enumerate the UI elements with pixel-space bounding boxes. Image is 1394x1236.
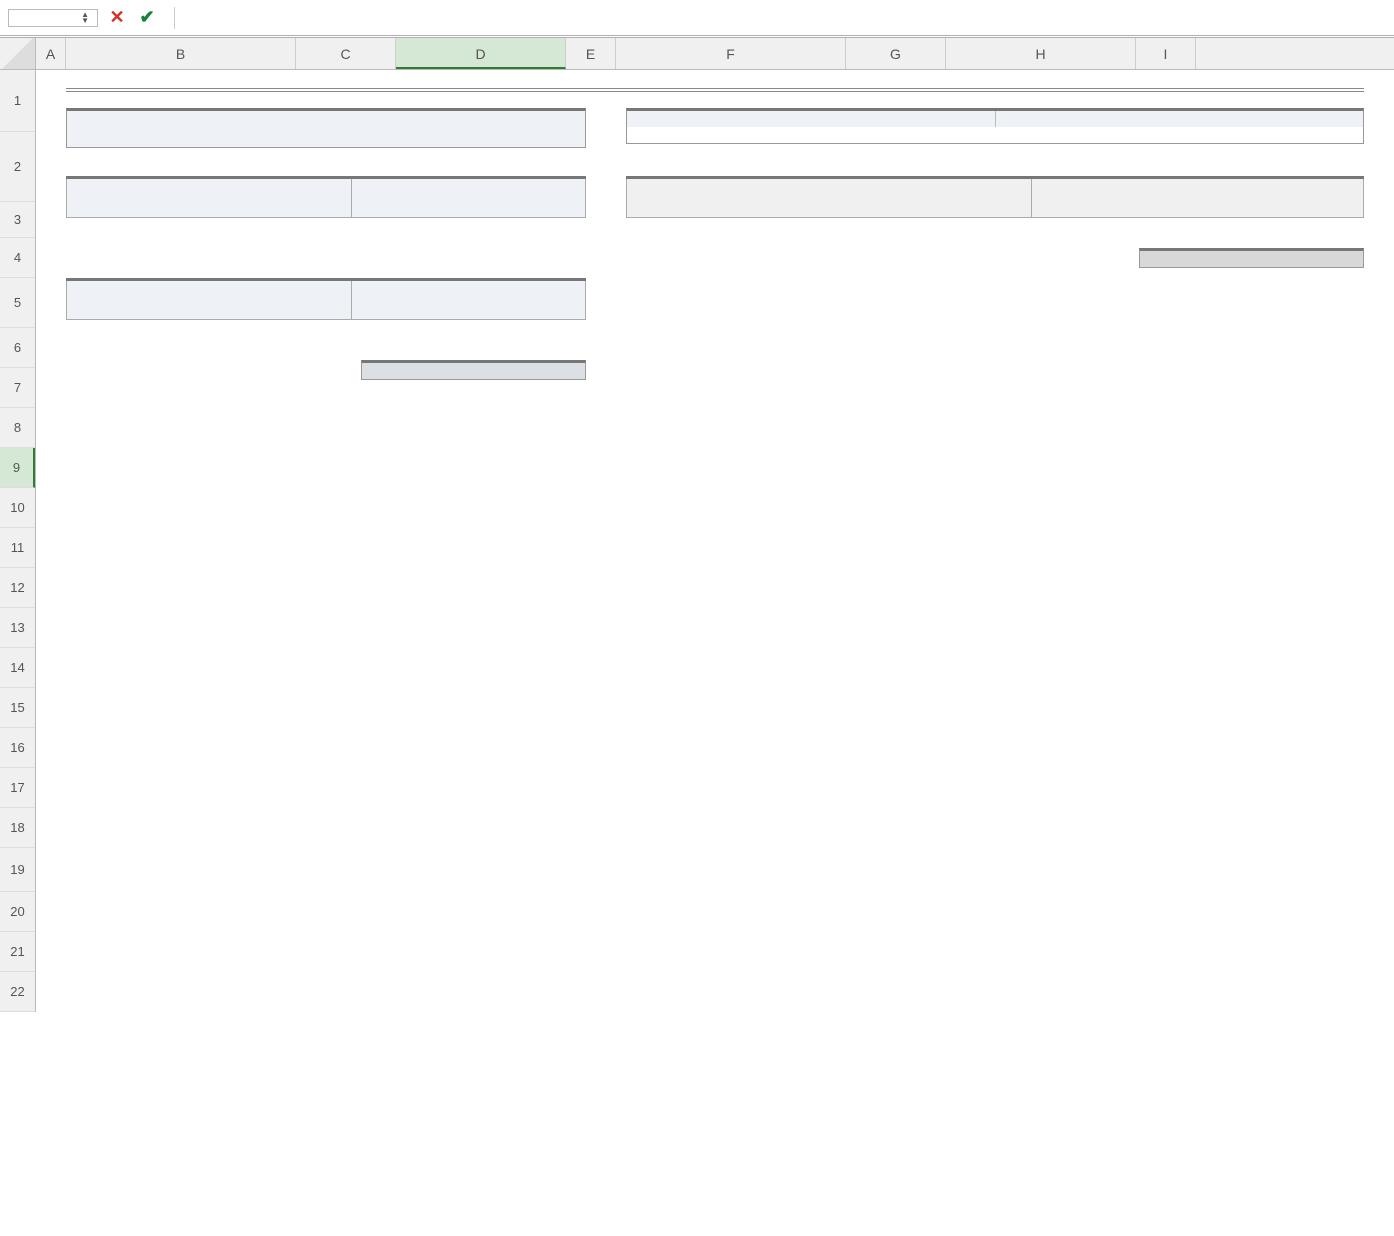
- column-header-G[interactable]: G: [846, 38, 946, 69]
- row-header-15[interactable]: 15: [0, 688, 35, 728]
- select-all-corner[interactable]: [0, 38, 36, 69]
- gross-profit-amount[interactable]: [361, 360, 586, 380]
- start-date-label: [627, 111, 996, 127]
- row-headers: 12345678910111213141516171819202122: [0, 70, 36, 1012]
- end-date-label: [996, 111, 1364, 127]
- row-header-11[interactable]: 11: [0, 528, 35, 568]
- column-header-H[interactable]: H: [946, 38, 1136, 69]
- revenue-table: [66, 176, 586, 218]
- row-header-22[interactable]: 22: [0, 972, 35, 1012]
- gross-revenue-label: [67, 178, 352, 218]
- start-date-value[interactable]: [627, 127, 965, 143]
- row-header-13[interactable]: 13: [0, 608, 35, 648]
- total-expenses-label: [627, 178, 1032, 218]
- cogs-table: [66, 278, 586, 320]
- name-box-stepper[interactable]: ▲ ▼: [81, 12, 89, 24]
- row-header-3[interactable]: 3: [0, 202, 35, 238]
- row-header-21[interactable]: 21: [0, 932, 35, 972]
- date-to-label: [965, 127, 1025, 143]
- total-cogs-label: [67, 280, 352, 320]
- end-date-value[interactable]: [1025, 127, 1363, 143]
- row-header-1[interactable]: 1: [0, 70, 35, 132]
- row-header-6[interactable]: 6: [0, 328, 35, 368]
- column-header-E[interactable]: E: [566, 38, 616, 69]
- row-header-16[interactable]: 16: [0, 728, 35, 768]
- row-header-9[interactable]: 9: [0, 448, 35, 488]
- expenses-table: [626, 176, 1364, 218]
- net-income-amount[interactable]: [1139, 248, 1364, 268]
- row-header-8[interactable]: 8: [0, 408, 35, 448]
- name-box[interactable]: ▲ ▼: [8, 9, 98, 27]
- row-header-19[interactable]: 19: [0, 848, 35, 892]
- column-header-A[interactable]: A: [36, 38, 66, 69]
- row-header-18[interactable]: 18: [0, 808, 35, 848]
- column-headers: ABCDEFGHI: [0, 38, 1394, 70]
- row-header-14[interactable]: 14: [0, 648, 35, 688]
- reporting-period-box: [626, 108, 1364, 144]
- row-header-12[interactable]: 12: [0, 568, 35, 608]
- column-header-I[interactable]: I: [1136, 38, 1196, 69]
- column-header-F[interactable]: F: [616, 38, 846, 69]
- row-header-17[interactable]: 17: [0, 768, 35, 808]
- divider: [174, 7, 175, 29]
- gross-revenue-amount[interactable]: [352, 178, 586, 218]
- company-name-box[interactable]: [66, 108, 586, 148]
- page-title: [66, 80, 1364, 92]
- column-header-C[interactable]: C: [296, 38, 396, 69]
- cancel-icon[interactable]: ✕: [106, 7, 128, 28]
- row-header-10[interactable]: 10: [0, 488, 35, 528]
- stepper-down-icon[interactable]: ▼: [81, 18, 89, 24]
- worksheet[interactable]: [36, 70, 1394, 1012]
- row-header-2[interactable]: 2: [0, 132, 35, 202]
- row-header-20[interactable]: 20: [0, 892, 35, 932]
- row-header-5[interactable]: 5: [0, 278, 35, 328]
- formula-bar: ▲ ▼ ✕ ✔: [0, 0, 1394, 38]
- column-header-B[interactable]: B: [66, 38, 296, 69]
- company-name: [67, 111, 585, 147]
- total-cogs-amount[interactable]: [352, 280, 586, 320]
- row-header-7[interactable]: 7: [0, 368, 35, 408]
- row-header-4[interactable]: 4: [0, 238, 35, 278]
- accept-icon[interactable]: ✔: [136, 7, 158, 28]
- column-header-D[interactable]: D: [396, 38, 566, 69]
- total-expenses-amount[interactable]: [1032, 178, 1364, 218]
